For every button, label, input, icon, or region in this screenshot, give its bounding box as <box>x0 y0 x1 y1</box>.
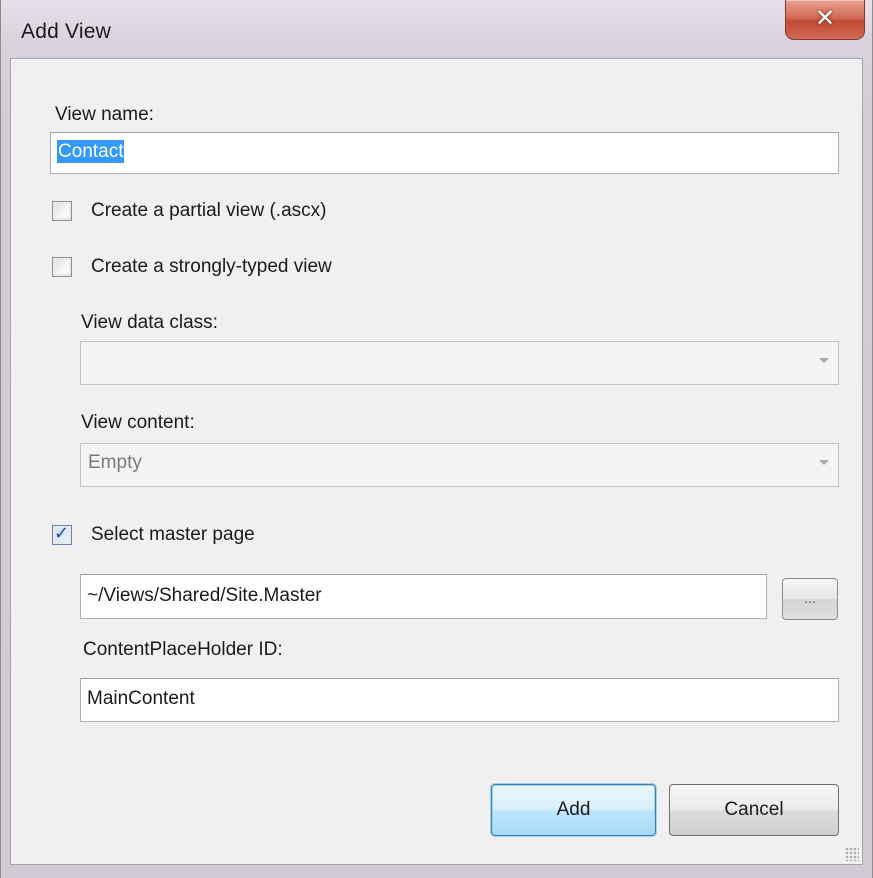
strongly-typed-checkbox[interactable] <box>52 257 72 277</box>
close-icon: ✕ <box>814 4 836 32</box>
placeholder-id-value: MainContent <box>87 688 195 709</box>
dialog-title: Add View <box>21 20 111 43</box>
placeholder-id-input[interactable]: MainContent <box>80 678 839 722</box>
dialog-body: View name: Contact Create a partial view… <box>10 58 863 865</box>
partial-view-label[interactable]: Create a partial view (.ascx) <box>91 200 326 222</box>
view-content-value: Empty <box>88 452 142 473</box>
resize-grip-icon[interactable] <box>845 847 859 861</box>
title-bar[interactable]: Add View ✕ <box>1 0 873 60</box>
placeholder-id-label: ContentPlaceHolder ID: <box>83 639 283 660</box>
browse-button[interactable]: ... <box>782 578 838 620</box>
master-page-label[interactable]: Select master page <box>91 524 255 546</box>
chevron-down-icon <box>819 460 829 465</box>
checkmark-icon: ✓ <box>54 523 70 544</box>
strongly-typed-label[interactable]: Create a strongly-typed view <box>91 256 332 278</box>
view-content-label: View content: <box>81 412 195 433</box>
view-name-input[interactable]: Contact <box>50 132 839 174</box>
view-name-value: Contact <box>57 140 125 163</box>
master-page-path-value: ~/Views/Shared/Site.Master <box>87 585 322 606</box>
master-page-checkbox[interactable]: ✓ <box>52 523 72 545</box>
close-button[interactable]: ✕ <box>785 0 865 40</box>
chevron-down-icon <box>819 358 829 363</box>
master-page-path-input[interactable]: ~/Views/Shared/Site.Master <box>80 574 767 619</box>
add-button[interactable]: Add <box>491 784 656 836</box>
add-view-dialog: Add View ✕ View name: Contact Create a p… <box>0 0 873 878</box>
cancel-button[interactable]: Cancel <box>669 784 839 836</box>
view-data-class-label: View data class: <box>81 312 218 333</box>
partial-view-checkbox[interactable] <box>52 201 72 221</box>
view-name-label: View name: <box>55 104 154 125</box>
view-content-select: Empty <box>80 443 839 487</box>
view-data-class-select <box>80 341 839 385</box>
